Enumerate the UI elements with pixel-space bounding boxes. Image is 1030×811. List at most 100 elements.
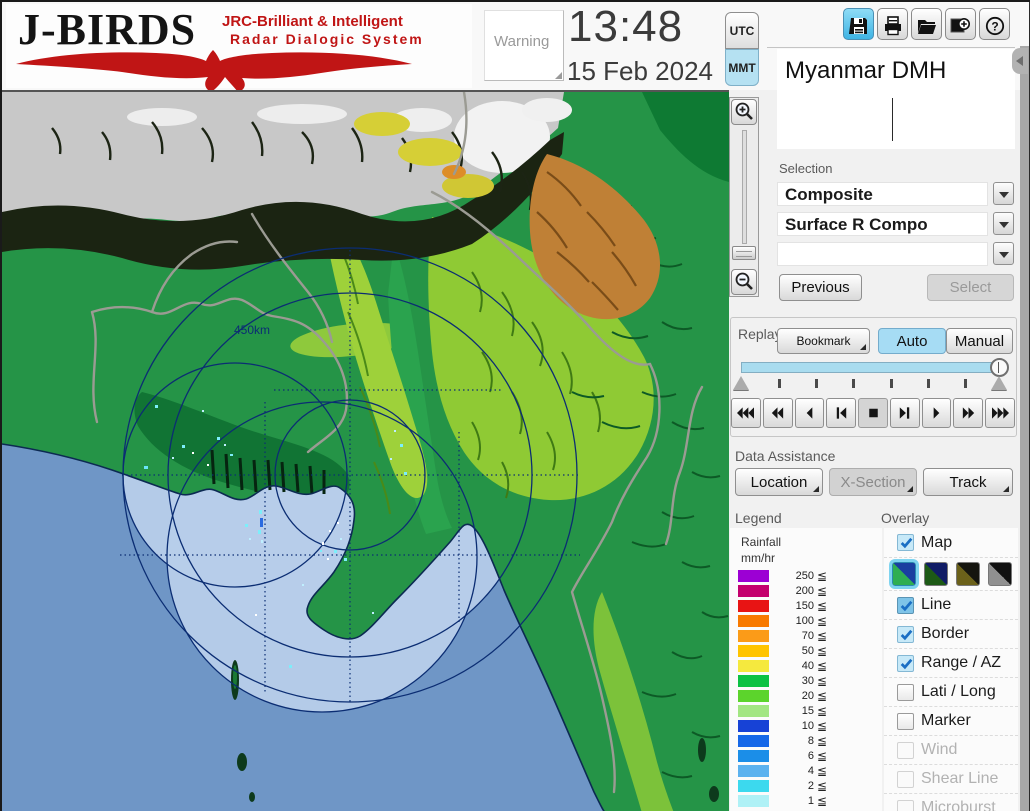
legend-row: 15 ≦ bbox=[738, 703, 827, 718]
previous-button[interactable]: Previous bbox=[779, 274, 862, 301]
svg-text:?: ? bbox=[991, 20, 998, 34]
legend-le-sign: ≦ bbox=[817, 703, 828, 718]
transport-stop-button[interactable] bbox=[858, 398, 888, 428]
logo-title: J-BIRDS bbox=[18, 5, 197, 54]
zoom-out-button[interactable] bbox=[731, 269, 757, 295]
overlay-item-border[interactable]: Border bbox=[884, 619, 1018, 648]
open-file-button[interactable] bbox=[911, 8, 942, 40]
checkbox[interactable] bbox=[897, 683, 914, 701]
legend-le-sign: ≦ bbox=[817, 673, 828, 688]
overlay-item-map[interactable]: Map bbox=[884, 528, 1018, 557]
overlay-item-shear-line[interactable]: Shear Line bbox=[884, 764, 1018, 793]
legend-row: 1 ≦ bbox=[738, 793, 827, 808]
legend-value: 200 bbox=[795, 584, 814, 597]
zoom-slider-handle[interactable] bbox=[732, 246, 756, 260]
overlay-label-text: Lati / Long bbox=[921, 683, 996, 700]
fast-rewind-icon bbox=[737, 407, 755, 419]
slider-tick bbox=[778, 379, 781, 388]
replay-manual-button[interactable]: Manual bbox=[946, 328, 1013, 354]
x-section-button[interactable]: X-Section bbox=[829, 468, 917, 496]
selection-dropdown-2-arrow[interactable] bbox=[993, 212, 1014, 235]
legend-le-sign: ≦ bbox=[817, 763, 828, 778]
replay-slider-track[interactable] bbox=[741, 362, 1002, 373]
location-button[interactable]: Location bbox=[735, 468, 823, 496]
selection-dropdown-2[interactable]: Surface R Compo bbox=[777, 212, 988, 236]
replay-slider-handle[interactable] bbox=[990, 358, 1009, 377]
checkbox[interactable] bbox=[897, 534, 914, 551]
track-button[interactable]: Track bbox=[923, 468, 1013, 496]
map-style-terrain-olive-black[interactable] bbox=[956, 562, 980, 586]
chevron-down-icon bbox=[999, 192, 1009, 198]
timezone-mmt-button[interactable]: MMT bbox=[725, 49, 759, 86]
slider-tick bbox=[815, 379, 818, 388]
overlay-item-wind[interactable]: Wind bbox=[884, 735, 1018, 764]
help-icon: ? bbox=[985, 16, 1004, 36]
map-style-terrain-navy-green[interactable] bbox=[924, 562, 948, 586]
add-image-button[interactable] bbox=[945, 8, 976, 40]
print-icon bbox=[884, 16, 901, 36]
zoom-in-button[interactable] bbox=[731, 99, 757, 125]
stop-icon bbox=[868, 408, 878, 418]
overlay-list: Map Line Border Range / AZ Lati / Long Marker… bbox=[884, 528, 1018, 811]
checkbox[interactable] bbox=[897, 654, 914, 672]
legend-value: 4 bbox=[807, 764, 814, 777]
fastest-forward-icon bbox=[991, 407, 1009, 419]
transport-fast-forward-button[interactable] bbox=[953, 398, 984, 428]
help-button[interactable]: ? bbox=[979, 8, 1010, 40]
terrain-map: 450km bbox=[2, 90, 729, 811]
save-button[interactable] bbox=[843, 8, 874, 40]
selection-dropdown-1-arrow[interactable] bbox=[993, 182, 1014, 205]
toolbar-separator bbox=[767, 47, 1015, 48]
select-button[interactable]: Select bbox=[927, 274, 1014, 301]
checkbox[interactable] bbox=[897, 799, 914, 811]
transport-fastest-forward-button[interactable] bbox=[985, 398, 1016, 428]
overlay-item-marker[interactable]: Marker bbox=[884, 706, 1018, 735]
overlay-item-line[interactable]: Line bbox=[884, 590, 1018, 619]
logo-subtitle-1: JRC-Brilliant & Intelligent bbox=[222, 13, 403, 30]
bookmark-button[interactable]: Bookmark bbox=[777, 328, 870, 354]
clock-date: 15 Feb 2024 bbox=[567, 56, 714, 86]
checkbox[interactable] bbox=[897, 596, 914, 614]
transport-fast-rewind-button[interactable] bbox=[731, 398, 761, 428]
zoom-slider-track[interactable] bbox=[742, 130, 747, 244]
legend-row: 250 ≦ bbox=[738, 568, 827, 583]
legend-row: 50 ≦ bbox=[738, 643, 827, 658]
legend-row: 30 ≦ bbox=[738, 673, 827, 688]
selection-dropdown-3[interactable] bbox=[777, 242, 988, 266]
transport-rewind-button[interactable] bbox=[762, 398, 793, 428]
timezone-utc-button[interactable]: UTC bbox=[725, 12, 759, 49]
overlay-item-microburst[interactable]: Microburst bbox=[884, 793, 1018, 811]
panel-collapse-tab[interactable] bbox=[1012, 48, 1028, 74]
slider-start-marker[interactable] bbox=[733, 376, 749, 390]
print-button[interactable] bbox=[877, 8, 908, 40]
selection-dropdown-3-arrow[interactable] bbox=[993, 242, 1014, 265]
transport-play-button[interactable] bbox=[921, 398, 952, 428]
map-style-terrain-gray-black[interactable] bbox=[988, 562, 1012, 586]
transport-step-back-button[interactable] bbox=[826, 398, 857, 428]
transport-play-reverse-button[interactable] bbox=[794, 398, 825, 428]
map-viewport[interactable]: 450km bbox=[2, 90, 729, 811]
checkbox[interactable] bbox=[897, 741, 914, 759]
selection-dropdown-1[interactable]: Composite bbox=[777, 182, 988, 206]
legend-le-sign: ≦ bbox=[817, 613, 828, 628]
legend-value: 15 bbox=[801, 704, 814, 717]
step-back-icon bbox=[836, 407, 846, 419]
slider-end-marker[interactable] bbox=[991, 376, 1007, 390]
resize-grip-icon[interactable] bbox=[555, 72, 562, 79]
legend-le-sign: ≦ bbox=[817, 568, 828, 583]
legend-swatch bbox=[738, 584, 769, 597]
replay-auto-button[interactable]: Auto bbox=[878, 328, 946, 354]
legend-row: 40 ≦ bbox=[738, 658, 827, 673]
checkbox[interactable] bbox=[897, 770, 914, 788]
checkbox[interactable] bbox=[897, 712, 914, 730]
map-style-terrain-color[interactable] bbox=[889, 559, 919, 589]
warning-panel[interactable]: Warning bbox=[484, 10, 564, 81]
transport-step-forward-button[interactable] bbox=[889, 398, 920, 428]
legend-value: 8 bbox=[807, 734, 814, 747]
overlay-label-text: Range / AZ bbox=[921, 654, 1002, 671]
overlay-item-lati-long[interactable]: Lati / Long bbox=[884, 677, 1018, 706]
folder-open-icon bbox=[917, 20, 936, 34]
checkbox[interactable] bbox=[897, 625, 914, 643]
overlay-item-range-az[interactable]: Range / AZ bbox=[884, 648, 1018, 677]
chevron-down-icon bbox=[999, 222, 1009, 228]
